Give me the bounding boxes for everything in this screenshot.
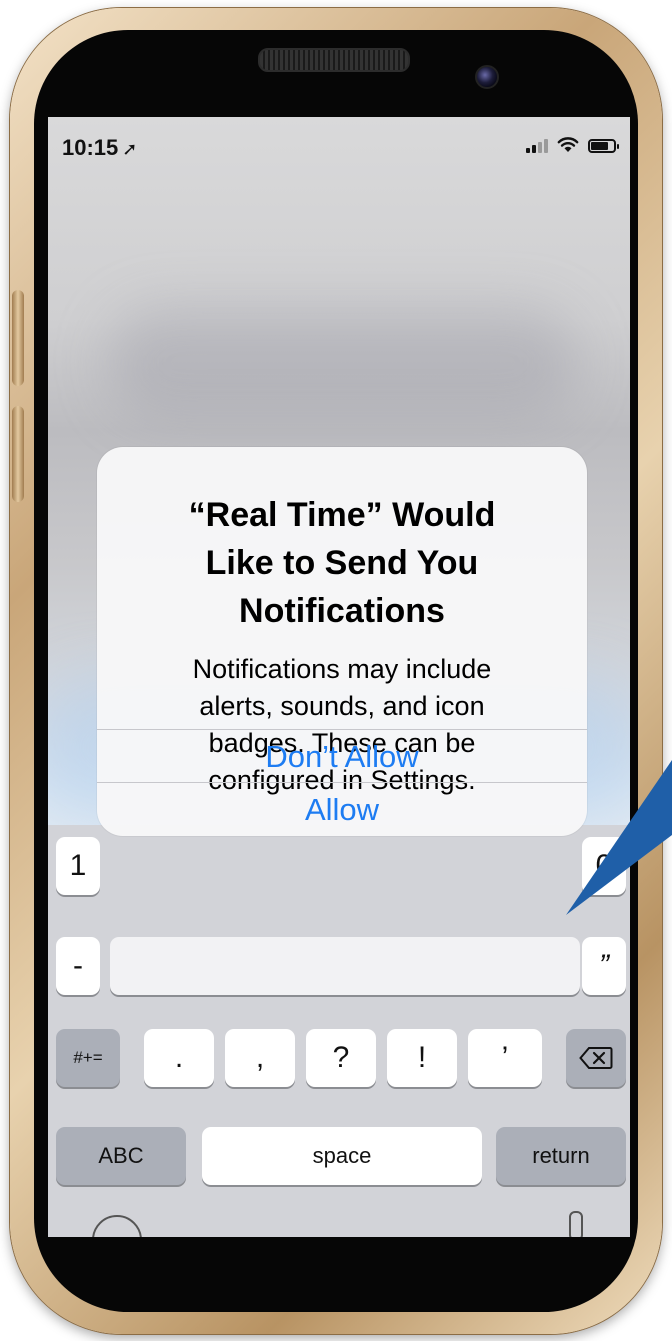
microphone-icon[interactable]: [569, 1211, 583, 1237]
cellular-signal-icon: [526, 137, 548, 153]
battery-icon: [588, 139, 619, 153]
space-key[interactable]: space: [202, 1127, 482, 1185]
delete-key[interactable]: [566, 1029, 626, 1087]
earpiece-speaker: [258, 48, 410, 72]
keyboard: 1 0 - ” #+= . , ? ! ’ ABC space return: [48, 825, 630, 1237]
key-comma[interactable]: ,: [225, 1029, 295, 1087]
notification-permission-alert: “Real Time” Would Like to Send You Notif…: [97, 447, 587, 836]
key-hyphen[interactable]: -: [56, 937, 100, 995]
status-indicators: [526, 137, 619, 153]
screen: 10:15 ➚ 1 0 - ” #+= . , ? ! ’ ABC space …: [48, 117, 630, 1237]
key-quote[interactable]: ”: [582, 937, 626, 995]
key-exclamation[interactable]: !: [387, 1029, 457, 1087]
time-label: 10:15: [62, 135, 119, 160]
key-abc[interactable]: ABC: [56, 1127, 186, 1185]
emoji-icon[interactable]: [92, 1215, 142, 1237]
key-hidden: [110, 937, 580, 995]
dont-allow-button[interactable]: Don’t Allow: [97, 729, 587, 783]
delete-backspace-icon: [579, 1047, 613, 1069]
allow-button[interactable]: Allow: [97, 782, 587, 836]
status-time: 10:15 ➚: [62, 135, 137, 161]
wifi-icon: [557, 137, 579, 152]
dictation-area: [48, 1209, 630, 1237]
alert-title: “Real Time” Would Like to Send You Notif…: [188, 496, 496, 630]
key-1[interactable]: 1: [56, 837, 100, 895]
front-camera: [475, 65, 499, 89]
mute-switch: [12, 290, 24, 386]
key-apostrophe[interactable]: ’: [468, 1029, 542, 1087]
key-0[interactable]: 0: [582, 837, 626, 895]
volume-button: [12, 406, 24, 502]
return-key[interactable]: return: [496, 1127, 626, 1185]
key-question[interactable]: ?: [306, 1029, 376, 1087]
key-symbols[interactable]: #+=: [56, 1029, 120, 1087]
blurred-background: [108, 307, 578, 417]
location-arrow-icon: ➚: [122, 139, 138, 159]
key-period[interactable]: .: [144, 1029, 214, 1087]
